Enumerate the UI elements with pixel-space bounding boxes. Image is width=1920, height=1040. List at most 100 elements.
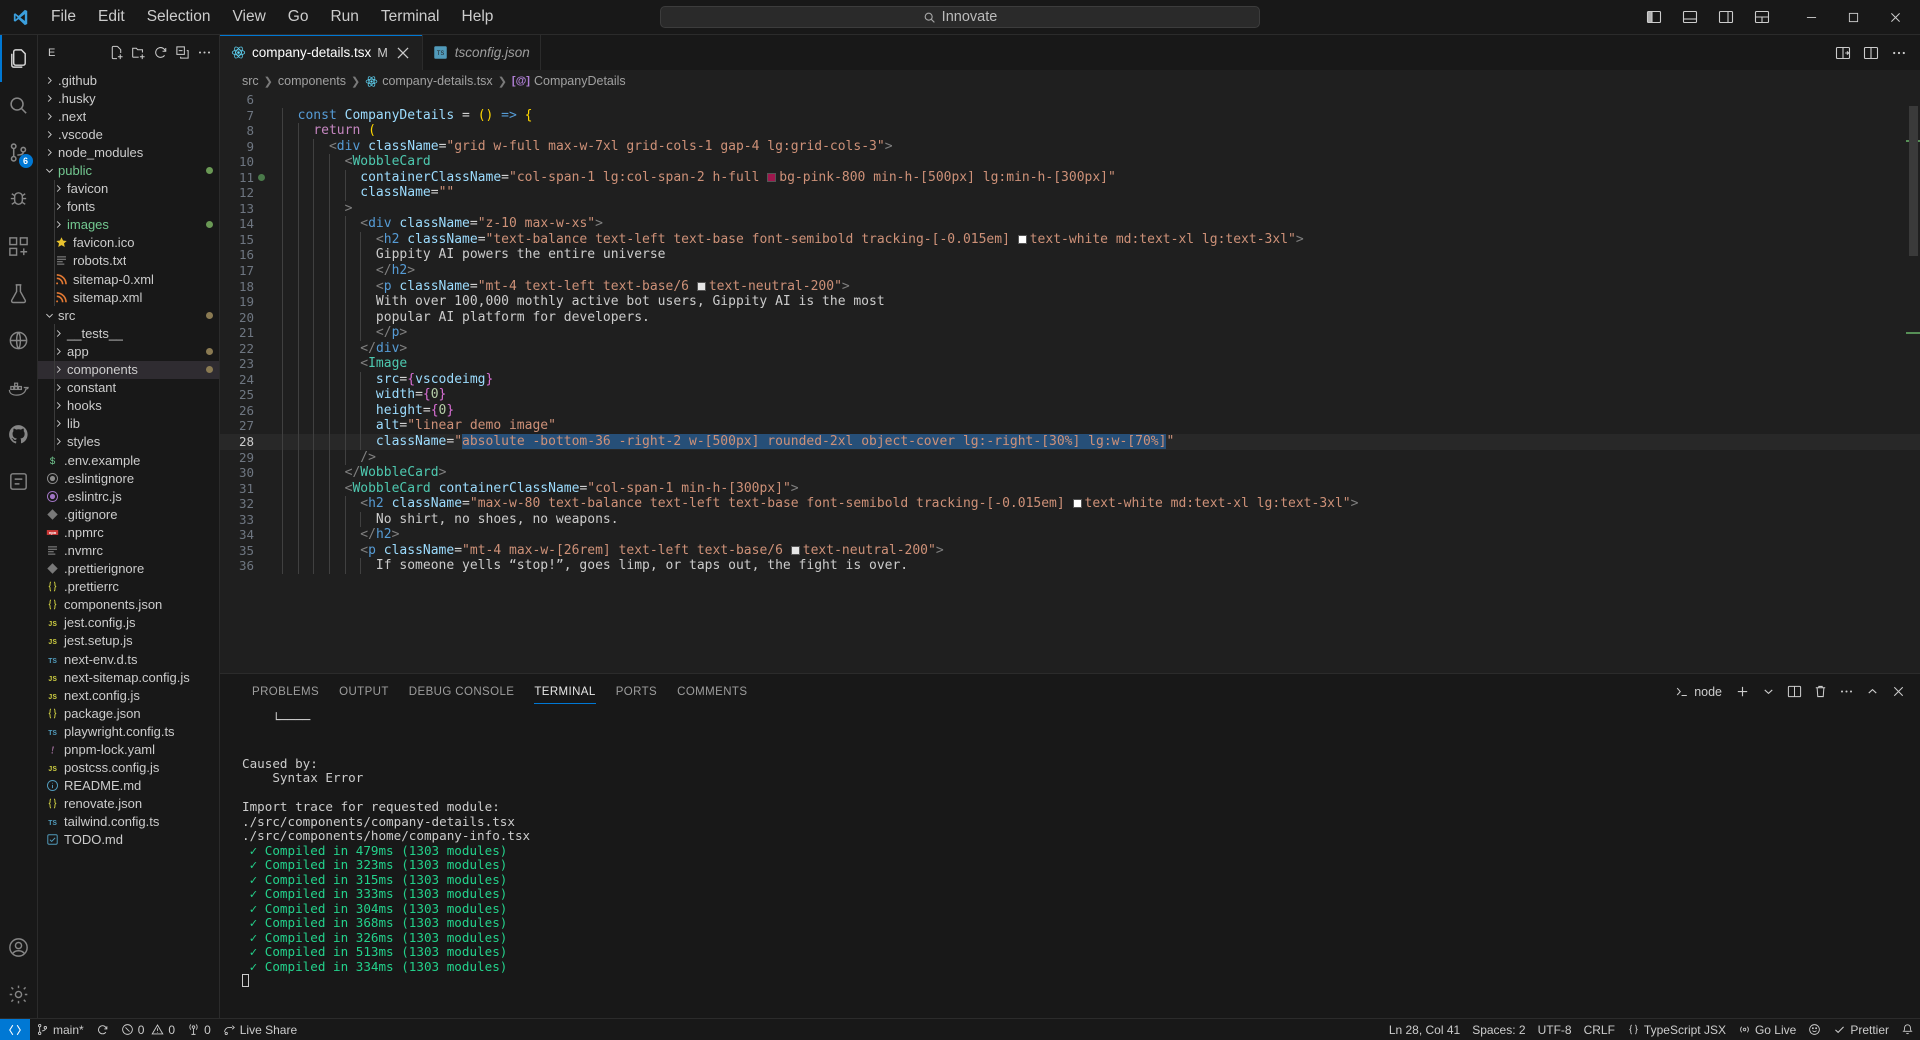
code-line[interactable]: 19 With over 100,000 mothly active bot u… <box>220 294 1920 310</box>
activity-manage[interactable] <box>0 971 38 1018</box>
collapse-all-icon[interactable] <box>172 42 193 63</box>
tab-close-button[interactable] <box>394 44 412 62</box>
code-line[interactable]: 23 <Image <box>220 356 1920 372</box>
tree-folder--next[interactable]: .next <box>38 107 219 125</box>
tree-file--prettierrc[interactable]: .prettierrc <box>38 578 219 596</box>
tree-folder-styles[interactable]: styles <box>38 433 219 451</box>
breadcrumb-file[interactable]: company-details.tsx <box>365 74 492 88</box>
tree-file--npmrc[interactable]: npm.npmrc <box>38 523 219 541</box>
status-cursor-position[interactable]: Ln 28, Col 41 <box>1383 1019 1466 1040</box>
code-line[interactable]: 34 </h2> <box>220 527 1920 543</box>
code-line[interactable]: 24 src={vscodeimg} <box>220 372 1920 388</box>
activity-extensions[interactable] <box>0 223 38 270</box>
chevron-down-icon[interactable] <box>44 310 55 321</box>
menu-run[interactable]: Run <box>319 4 369 30</box>
breadcrumb-symbol[interactable]: [@] CompanyDetails <box>512 74 626 88</box>
code-line[interactable]: 25 width={0} <box>220 387 1920 403</box>
status-smiley[interactable] <box>1802 1019 1827 1040</box>
status-indentation[interactable]: Spaces: 2 <box>1466 1019 1531 1040</box>
breadcrumb-src[interactable]: src <box>242 74 259 88</box>
activity-source-control[interactable]: 6 <box>0 129 38 176</box>
breadcrumb[interactable]: src ❯ components ❯ company-details.tsx ❯… <box>220 70 1920 92</box>
code-line[interactable]: 31 <WobbleCard containerClassName="col-s… <box>220 481 1920 497</box>
activity-explorer[interactable] <box>0 35 38 82</box>
remote-window-button[interactable] <box>0 1019 30 1040</box>
tree-file-next-sitemap-config-js[interactable]: JSnext-sitemap.config.js <box>38 668 219 686</box>
tree-folder-components[interactable]: components <box>38 361 219 379</box>
tree-folder-public[interactable]: public <box>38 161 219 179</box>
tree-file-todo-md[interactable]: TODO.md <box>38 831 219 849</box>
tab-company-details[interactable]: company-details.tsx M <box>220 35 423 70</box>
file-tree[interactable]: .github.husky.next.vscodenode_modulespub… <box>38 70 219 1018</box>
status-encoding[interactable]: UTF-8 <box>1532 1019 1578 1040</box>
tab-ports[interactable]: PORTS <box>606 674 667 709</box>
tree-folder-hooks[interactable]: hooks <box>38 397 219 415</box>
code-line[interactable]: 12 className="" <box>220 185 1920 201</box>
chevron-right-icon[interactable] <box>44 111 55 122</box>
code-line[interactable]: 6 <box>220 92 1920 108</box>
maximize-panel-button[interactable] <box>1860 680 1884 704</box>
tree-folder-fonts[interactable]: fonts <box>38 198 219 216</box>
menu-bar[interactable]: File Edit Selection View Go Run Terminal… <box>40 4 504 30</box>
code-line[interactable]: 32 <h2 className="max-w-80 text-balance … <box>220 496 1920 512</box>
activity-github[interactable] <box>0 411 38 458</box>
activity-remote-explorer[interactable] <box>0 317 38 364</box>
menu-help[interactable]: Help <box>451 4 505 30</box>
tree-file--nvmrc[interactable]: .nvmrc <box>38 541 219 559</box>
menu-file[interactable]: File <box>40 4 87 30</box>
tree-folder-node-modules[interactable]: node_modules <box>38 143 219 161</box>
customize-layout-button[interactable] <box>1744 1 1780 34</box>
editor-scrollbar-thumb[interactable] <box>1909 106 1918 256</box>
tree-file-playwright-config-ts[interactable]: TSplaywright.config.ts <box>38 722 219 740</box>
status-ports[interactable]: 0 <box>181 1019 217 1040</box>
code-line[interactable]: 22 </div> <box>220 341 1920 357</box>
tree-file-renovate-json[interactable]: renovate.json <box>38 795 219 813</box>
code-line[interactable]: 20 popular AI platform for developers. <box>220 310 1920 326</box>
panel-more-actions-button[interactable] <box>1834 680 1858 704</box>
tree-folder-images[interactable]: images <box>38 216 219 234</box>
status-live-share[interactable]: Live Share <box>217 1019 303 1040</box>
refresh-icon[interactable] <box>150 42 171 63</box>
tree-file--gitignore[interactable]: .gitignore <box>38 505 219 523</box>
tree-file-jest-config-js[interactable]: JSjest.config.js <box>38 614 219 632</box>
new-file-icon[interactable] <box>106 42 127 63</box>
tree-folder-lib[interactable]: lib <box>38 415 219 433</box>
terminal-dropdown-button[interactable] <box>1756 680 1780 704</box>
tree-file-robots-txt[interactable]: robots.txt <box>38 252 219 270</box>
code-editor[interactable]: 67 const CompanyDetails = () => {8 retur… <box>220 92 1920 673</box>
terminal-output[interactable]: └──── Caused by: Syntax Error Import tra… <box>220 709 1920 1018</box>
activity-run-and-debug[interactable] <box>0 176 38 223</box>
more-actions-icon[interactable] <box>194 42 215 63</box>
chevron-right-icon[interactable] <box>44 93 55 104</box>
code-line[interactable]: 11 containerClassName="col-span-1 lg:col… <box>220 170 1920 186</box>
status-notifications[interactable] <box>1895 1019 1920 1040</box>
tree-file-readme-md[interactable]: README.md <box>38 777 219 795</box>
status-language-mode[interactable]: TypeScript JSX <box>1621 1019 1732 1040</box>
tree-file-next-config-js[interactable]: JSnext.config.js <box>38 686 219 704</box>
tree-file--eslintignore[interactable]: .eslintignore <box>38 469 219 487</box>
tree-folder-favicon[interactable]: favicon <box>38 180 219 198</box>
status-branch[interactable]: main* <box>30 1019 90 1040</box>
tree-file-components-json[interactable]: components.json <box>38 596 219 614</box>
tree-folder--husky[interactable]: .husky <box>38 89 219 107</box>
tree-file-package-json[interactable]: package.json <box>38 704 219 722</box>
tree-file-jest-setup-js[interactable]: JSjest.setup.js <box>38 632 219 650</box>
code-line[interactable]: 14 <div className="z-10 max-w-xs"> <box>220 216 1920 232</box>
code-line[interactable]: 36 If someone yells “stop!”, goes limp, … <box>220 558 1920 574</box>
tab-output[interactable]: OUTPUT <box>329 674 399 709</box>
chevron-down-icon[interactable] <box>44 165 55 176</box>
tree-file--env-example[interactable]: $.env.example <box>38 451 219 469</box>
code-line[interactable]: 17 </h2> <box>220 263 1920 279</box>
window-minimize-button[interactable] <box>1790 1 1832 34</box>
menu-edit[interactable]: Edit <box>87 4 136 30</box>
tree-file-tailwind-config-ts[interactable]: TStailwind.config.ts <box>38 813 219 831</box>
chevron-right-icon[interactable] <box>44 129 55 140</box>
tree-folder--tests-[interactable]: __tests__ <box>38 324 219 342</box>
code-line[interactable]: 35 <p className="mt-4 max-w-[26rem] text… <box>220 543 1920 559</box>
tab-debug-console[interactable]: DEBUG CONSOLE <box>399 674 525 709</box>
activity-accounts[interactable] <box>0 924 38 971</box>
code-line[interactable]: 18 <p className="mt-4 text-left text-bas… <box>220 279 1920 295</box>
tree-folder-constant[interactable]: constant <box>38 379 219 397</box>
kill-terminal-button[interactable] <box>1808 680 1832 704</box>
command-center[interactable]: Innovate <box>660 6 1260 28</box>
